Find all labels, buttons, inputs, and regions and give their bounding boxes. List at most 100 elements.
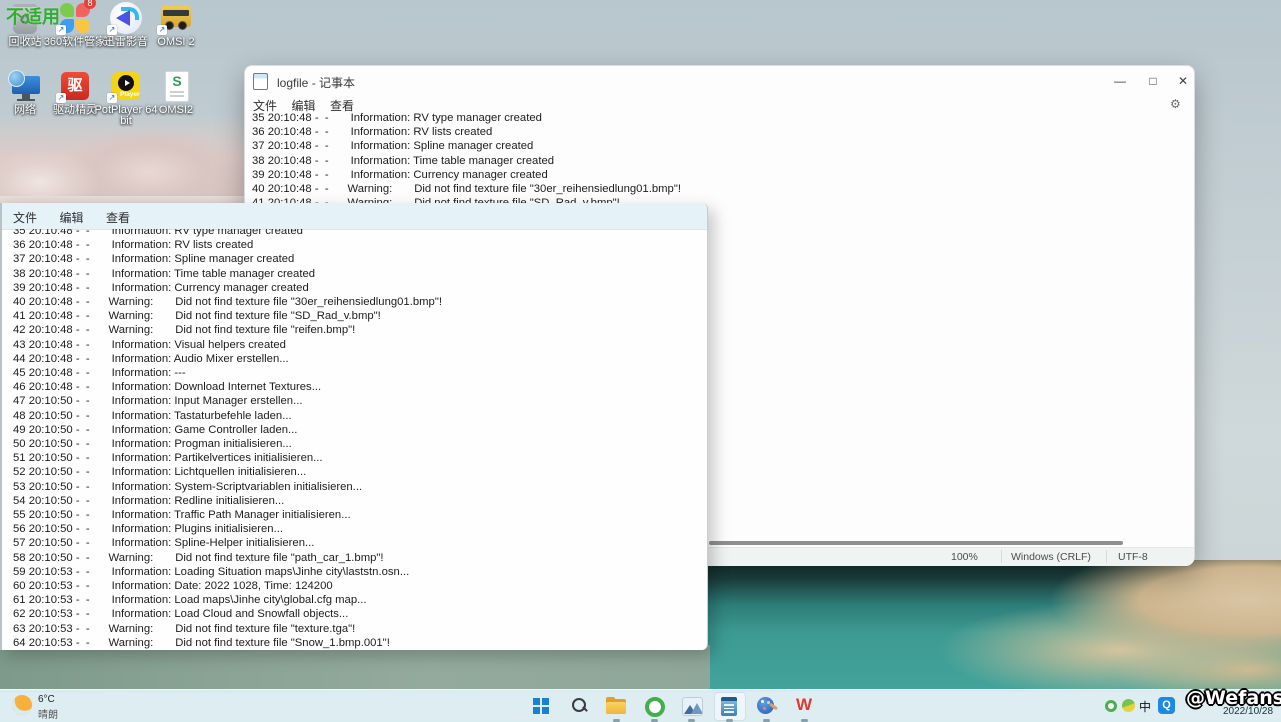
menu-file[interactable]: 文件 xyxy=(4,208,46,227)
driver-genius-icon: 驱 ↗ xyxy=(58,70,92,102)
running-indicator xyxy=(726,719,733,722)
watermark: @Wefans xyxy=(1186,687,1281,709)
line-ending: Windows (CRLF) xyxy=(1011,551,1091,563)
log-line: 60 20:10:53 - - Information: Date: 2022 … xyxy=(13,579,706,593)
zoom-level: 100% xyxy=(951,551,978,563)
windows-logo-icon xyxy=(533,698,549,714)
shortcut-arrow-icon: ↗ xyxy=(107,93,117,103)
settings-gear-icon[interactable]: ⚙ xyxy=(1170,97,1181,111)
log-line: 36 20:10:48 - - Information: RV lists cr… xyxy=(252,125,1185,139)
360-browser-icon xyxy=(645,697,665,717)
status-separator xyxy=(1106,550,1107,563)
weather-widget[interactable]: 6°C 晴朗 xyxy=(10,693,130,719)
log-line: 62 20:10:53 - - Information: Load Cloud … xyxy=(13,607,706,621)
wps-icon: W xyxy=(789,695,819,715)
status-separator xyxy=(1001,550,1002,563)
running-indicator xyxy=(801,719,808,722)
screen: { "desktop": { "marker_text": "不适用", "ic… xyxy=(0,0,1281,721)
log-lines: 35 20:10:48 - - Information: RV type man… xyxy=(2,229,706,649)
log-lines: 35 20:10:48 - - Information: RV type man… xyxy=(245,111,1185,210)
tray-360-browser-icon[interactable] xyxy=(1105,700,1117,712)
log-line: 47 20:10:50 - - Information: Input Manag… xyxy=(13,394,706,408)
log-line: 35 20:10:48 - - Information: RV type man… xyxy=(252,111,1185,125)
horizontal-scrollbar[interactable] xyxy=(709,541,1123,545)
log-line: 61 20:10:53 - - Information: Load maps\J… xyxy=(13,593,706,607)
log-line: 50 20:10:50 - - Information: Progman ini… xyxy=(13,437,706,451)
weather-temperature: 6°C xyxy=(38,694,55,705)
log-line: 37 20:10:48 - - Information: Spline mana… xyxy=(252,139,1185,153)
close-button[interactable]: ✕ xyxy=(1168,72,1198,90)
log-line: 57 20:10:50 - - Information: Spline-Help… xyxy=(13,536,706,550)
title-bar[interactable]: logfile - 记事本 — □ ✕ xyxy=(245,66,1194,95)
menu-bar: 文件 编辑 查看 xyxy=(2,203,707,230)
menu-view[interactable]: 查看 xyxy=(97,208,139,227)
desktop-icon-omsi2[interactable]: ↗ OMSI 2 xyxy=(141,2,211,48)
maximize-button[interactable]: □ xyxy=(1138,72,1168,90)
text-area[interactable]: 35 20:10:48 - - Information: RV type man… xyxy=(2,229,706,649)
log-line: 42 20:10:48 - - Warning: Did not find te… xyxy=(13,323,706,337)
log-line: 45 20:10:48 - - Information: --- xyxy=(13,366,706,380)
taskbar-photos[interactable] xyxy=(676,693,706,719)
running-indicator xyxy=(613,719,620,722)
notepad-app-icon xyxy=(253,73,268,90)
log-line: 40 20:10:48 - - Warning: Did not find te… xyxy=(252,182,1185,196)
desktop-icon-label: OMSI2 xyxy=(141,105,211,116)
log-line: 35 20:10:48 - - Information: RV type man… xyxy=(13,229,706,238)
wallpaper-lake-reeds xyxy=(690,560,1281,692)
tray-q-app-icon[interactable]: Q xyxy=(1158,697,1175,714)
log-line: 37 20:10:48 - - Information: Spline mana… xyxy=(13,252,706,266)
network-icon xyxy=(8,70,42,102)
taskbar-file-explorer[interactable] xyxy=(601,693,631,719)
minimize-button[interactable]: — xyxy=(1105,72,1135,90)
taskbar-360-browser[interactable] xyxy=(639,693,669,719)
wallpaper-lake-left xyxy=(0,645,710,693)
start-button[interactable] xyxy=(526,693,556,719)
document-icon: S xyxy=(159,70,193,102)
desktop-marker-text: 不适用 xyxy=(6,3,60,29)
window-title: logfile - 记事本 xyxy=(277,74,355,91)
bus-icon: ↗ xyxy=(159,2,193,34)
thunder-player-icon: ↗ xyxy=(109,2,143,34)
log-line: 39 20:10:48 - - Information: Currency ma… xyxy=(13,281,706,295)
weather-condition: 晴朗 xyxy=(38,706,58,721)
taskbar-paint[interactable] xyxy=(751,693,781,719)
running-indicator xyxy=(688,719,695,722)
tray-ime-indicator[interactable]: 中 xyxy=(1139,698,1151,715)
log-line: 43 20:10:48 - - Information: Visual help… xyxy=(13,338,706,352)
log-line: 36 20:10:48 - - Information: RV lists cr… xyxy=(13,238,706,252)
log-line: 51 20:10:50 - - Information: Partikelver… xyxy=(13,451,706,465)
log-line: 54 20:10:50 - - Information: Redline ini… xyxy=(13,494,706,508)
log-line: 38 20:10:48 - - Information: Time table … xyxy=(252,154,1185,168)
360-pinwheel-icon: 8 ↗ xyxy=(58,2,92,34)
log-line: 39 20:10:48 - - Information: Currency ma… xyxy=(252,168,1185,182)
log-line: 40 20:10:48 - - Warning: Did not find te… xyxy=(13,295,706,309)
taskbar-wps[interactable]: W xyxy=(789,693,819,719)
menu-edit[interactable]: 编辑 xyxy=(50,208,92,227)
desktop-icon-omsi2-doc[interactable]: S OMSI2 xyxy=(141,70,211,116)
log-line: 49 20:10:50 - - Information: Game Contro… xyxy=(13,423,706,437)
log-line: 44 20:10:48 - - Information: Audio Mixer… xyxy=(13,352,706,366)
shortcut-arrow-icon: ↗ xyxy=(157,25,167,35)
taskbar-notepad-active[interactable] xyxy=(714,693,744,719)
encoding: UTF-8 xyxy=(1118,551,1148,563)
running-indicator xyxy=(651,719,658,722)
log-line: 55 20:10:50 - - Information: Traffic Pat… xyxy=(13,508,706,522)
log-line: 56 20:10:50 - - Information: Plugins ini… xyxy=(13,522,706,536)
shortcut-arrow-icon: ↗ xyxy=(107,25,117,35)
tray-360-safety-icon[interactable] xyxy=(1122,699,1135,712)
log-line: 52 20:10:50 - - Information: Lichtquelle… xyxy=(13,465,706,479)
potplayer-icon: Player ↗ xyxy=(109,70,143,102)
taskbar: 6°C 晴朗 W 中 Q 2022/10/28 xyxy=(0,689,1281,722)
log-line: 41 20:10:48 - - Warning: Did not find te… xyxy=(13,309,706,323)
photos-icon xyxy=(682,697,703,716)
shortcut-arrow-icon: ↗ xyxy=(56,93,66,103)
log-line: 58 20:10:50 - - Warning: Did not find te… xyxy=(13,551,706,565)
log-line: 64 20:10:53 - - Warning: Did not find te… xyxy=(13,636,706,649)
notepad-window-front: 文件 编辑 查看 35 20:10:48 - - Information: RV… xyxy=(0,203,708,650)
running-indicator xyxy=(763,719,770,722)
log-line: 59 20:10:53 - - Information: Loading Sit… xyxy=(13,565,706,579)
log-line: 48 20:10:50 - - Information: Tastaturbef… xyxy=(13,409,706,423)
log-line: 38 20:10:48 - - Information: Time table … xyxy=(13,267,706,281)
log-line: 46 20:10:48 - - Information: Download In… xyxy=(13,380,706,394)
search-button[interactable] xyxy=(564,693,594,719)
